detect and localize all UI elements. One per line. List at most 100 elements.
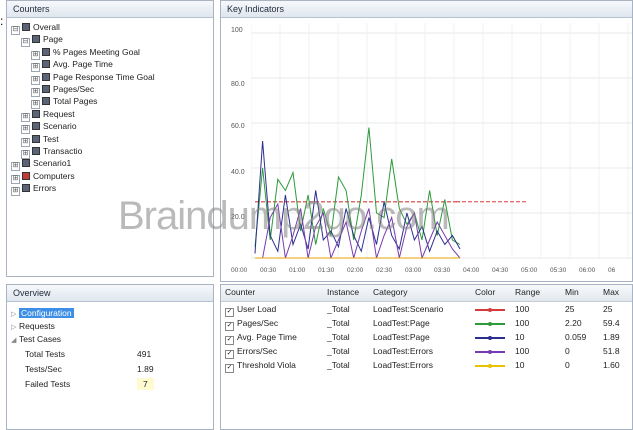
instance-cell: _Total <box>327 346 350 356</box>
counters-table: Counter Instance Category Color Range Mi… <box>220 284 633 430</box>
col-range[interactable]: Range <box>515 287 540 297</box>
instance-cell: _Total <box>327 304 350 314</box>
counter-category-icon <box>22 159 30 168</box>
tree-item[interactable]: ⊞% Pages Meeting Goal <box>31 46 140 60</box>
counter-category-icon <box>32 134 40 143</box>
x-tick-label: 01:30 <box>318 267 335 274</box>
color-swatch[interactable] <box>475 345 509 358</box>
table-header: Counter Instance Category Color Range Mi… <box>221 285 632 302</box>
counter-cell[interactable]: ✓ Errors/Sec <box>225 345 277 359</box>
tree-item-label: Pages/Sec <box>53 84 95 94</box>
table-row[interactable]: ✓ Pages/Sec _Total LoadTest:Page 100 2.20 59.4 <box>221 317 632 331</box>
overview-panel: Overview ▷ Configuration ▷ Requests ◢ Test … <box>6 284 214 430</box>
table-row[interactable]: ✓ Threshold Viola _Total LoadTest:Errors 10 0… <box>221 359 632 373</box>
max-cell: 51.8 <box>603 346 620 356</box>
counter-category-icon <box>42 60 50 69</box>
range-cell: 10 <box>515 332 525 342</box>
min-cell: 25 <box>565 304 575 314</box>
tree-item[interactable]: ⊞ Test <box>21 133 59 147</box>
x-tick-label: 02:30 <box>376 267 393 274</box>
counter-category-icon <box>32 122 40 131</box>
table-row[interactable]: ✓ Errors/Sec _Total LoadTest:Errors 100 0 51.8 <box>221 345 632 359</box>
col-max[interactable]: Max <box>603 287 619 297</box>
checkbox-checked-icon[interactable]: ✓ <box>225 308 234 317</box>
x-tick-label: 01:00 <box>289 267 306 274</box>
tree-item[interactable]: ⊞ Page Response Time Goal <box>31 71 155 85</box>
instance-cell: _Total <box>327 332 350 342</box>
tree-item[interactable]: ⊞ Scenario1 <box>11 157 72 172</box>
color-swatch[interactable] <box>475 331 509 344</box>
col-color[interactable]: Color <box>475 287 495 297</box>
overview-title: Overview <box>7 285 213 302</box>
stat-failed-tests: Failed Tests 7 <box>25 378 154 390</box>
counters-title: Counters <box>7 1 213 18</box>
key-indicators-panel: Key Indicators 100 80.0 60.0 40.0 20.0 00:00… <box>220 0 633 282</box>
tree-item[interactable]: ⊞ Scenario <box>21 120 77 135</box>
y-tick-label: 40.0 <box>231 169 245 176</box>
checkbox-checked-icon[interactable]: ✓ <box>225 350 234 359</box>
col-instance[interactable]: Instance <box>327 287 359 297</box>
stat-total-tests: Total Tests 491 <box>25 349 152 359</box>
color-swatch[interactable] <box>475 317 509 330</box>
counter-cell[interactable]: ✓ Threshold Viola <box>225 359 296 373</box>
max-cell: 1.89 <box>603 332 620 342</box>
tree-toggle-icon[interactable]: ⊟ <box>11 26 20 35</box>
tree-item[interactable]: ⊞ Request <box>21 108 75 122</box>
x-tick-label: 06 <box>608 267 616 274</box>
col-category[interactable]: Category <box>373 287 408 297</box>
counter-category-icon <box>22 171 30 180</box>
category-cell: LoadTest:Scenario <box>373 304 444 314</box>
checkbox-checked-icon[interactable]: ✓ <box>225 364 234 373</box>
counter-cell[interactable]: ✓ Pages/Sec <box>225 317 278 331</box>
overview-item-configuration[interactable]: ▷ Configuration <box>11 307 74 319</box>
range-cell: 10 <box>515 360 525 370</box>
overview-item-requests[interactable]: ▷ Requests <box>11 320 55 332</box>
min-cell: 0 <box>565 346 570 356</box>
max-cell: 59.4 <box>603 318 620 328</box>
counter-cell[interactable]: ✓ Avg. Page Time <box>225 331 297 345</box>
overview-item-test-cases[interactable]: ◢ Test Cases <box>11 333 61 345</box>
min-cell: 0 <box>565 360 570 370</box>
counter-category-icon <box>22 23 30 31</box>
y-tick-label: 60.0 <box>231 123 245 130</box>
tree-item[interactable]: ⊞ Computers <box>11 170 75 184</box>
tree-item-label: % Pages Meeting Goal <box>53 46 140 57</box>
col-min[interactable]: Min <box>565 287 579 297</box>
stray-colon: : <box>0 14 4 28</box>
tree-item[interactable]: ⊞ Transactio <box>21 145 82 159</box>
tree-item[interactable]: ⊞ Errors <box>11 182 56 197</box>
counter-cell[interactable]: ✓ User Load <box>225 303 276 317</box>
tree-item[interactable]: ⊟ Overall <box>11 21 60 35</box>
x-tick-label: 05:00 <box>521 267 538 274</box>
min-cell: 2.20 <box>565 318 582 328</box>
table-row[interactable]: ✓ Avg. Page Time _Total LoadTest:Page 10 0.05… <box>221 331 632 345</box>
x-tick-label: 03:00 <box>405 267 422 274</box>
instance-cell: _Total <box>327 318 350 328</box>
checkbox-checked-icon[interactable]: ✓ <box>225 322 234 331</box>
max-cell: 1.60 <box>603 360 620 370</box>
counter-category-icon <box>22 184 30 193</box>
key-indicators-title: Key Indicators <box>221 1 632 18</box>
tree-item[interactable]: ⊟ Page <box>21 33 63 48</box>
table-row[interactable]: ✓ User Load _Total LoadTest:Scenario 100 25 25 <box>221 303 632 317</box>
x-tick-label: 04:30 <box>492 267 509 274</box>
tree-item[interactable]: ⊞ Avg. Page Time <box>31 58 113 73</box>
collapse-arrow-icon[interactable]: ◢ <box>11 335 19 347</box>
color-swatch[interactable] <box>475 303 509 316</box>
y-tick-label: 80.0 <box>231 81 245 88</box>
tree-item[interactable]: ⊞ Total Pages <box>31 95 97 110</box>
tree-item[interactable]: ⊞ Pages/Sec <box>31 83 95 97</box>
col-counter[interactable]: Counter <box>225 287 255 297</box>
x-tick-label: 06:00 <box>579 267 596 274</box>
checkbox-checked-icon[interactable]: ✓ <box>225 336 234 345</box>
tree-toggle-icon[interactable]: ⊞ <box>11 187 20 197</box>
counter-category-icon <box>32 147 40 155</box>
tree-toggle-icon[interactable]: ⊟ <box>21 38 30 48</box>
x-tick-label: 00:00 <box>231 267 248 274</box>
x-tick-label: 03:30 <box>434 267 451 274</box>
color-swatch[interactable] <box>475 359 509 372</box>
category-cell: LoadTest:Errors <box>373 360 433 370</box>
counter-category-icon <box>32 109 40 118</box>
tree-item-label: Scenario1 <box>33 158 72 169</box>
counter-category-icon <box>42 97 50 106</box>
